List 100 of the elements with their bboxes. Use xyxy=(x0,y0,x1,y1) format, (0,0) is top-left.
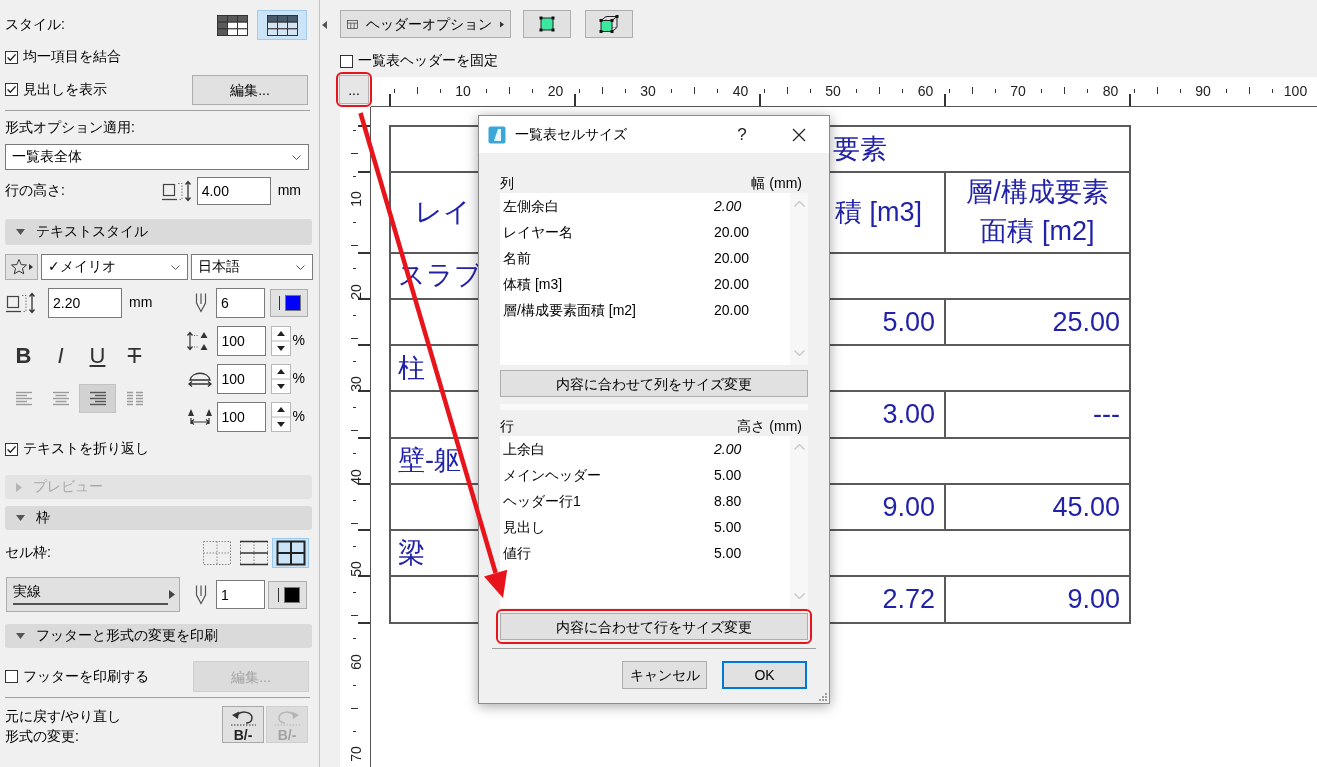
field-label: スタイル: xyxy=(5,16,65,34)
row-name: 上余白 xyxy=(503,441,546,459)
chevron-down-icon xyxy=(296,264,305,270)
unit-label: % xyxy=(292,332,305,350)
font-dropdown[interactable]: ✓メイリオ xyxy=(41,254,188,280)
undo-button[interactable]: B/- xyxy=(222,706,264,743)
unit-label: % xyxy=(292,370,305,388)
row-name: ヘッダー行1 xyxy=(503,493,582,511)
color-swatch-icon xyxy=(276,294,302,312)
toolbar-button[interactable] xyxy=(523,10,571,38)
table-style-icon xyxy=(216,14,248,36)
column-name: 体積 [m3] xyxy=(503,276,564,294)
fit-rows-button[interactable]: 内容に合わせて行をサイズ変更 xyxy=(500,613,808,640)
chevron-up-icon xyxy=(793,201,805,207)
align-right-icon xyxy=(89,391,106,406)
pen-color-button[interactable] xyxy=(268,580,307,609)
checkbox-label: 一覧表ヘッダーを固定 xyxy=(358,52,498,70)
row-height: 8.80 xyxy=(714,493,742,511)
column-width: 2.00 xyxy=(714,198,742,216)
checkbox-label: 見出しを表示 xyxy=(23,80,107,99)
ruler-options-button[interactable]: ... xyxy=(339,75,369,104)
checkbox[interactable] xyxy=(5,50,18,64)
row-name: 値行 xyxy=(503,545,532,563)
table-cell: --- xyxy=(946,392,1131,439)
table-cell: 25.00 xyxy=(946,299,1131,346)
caret-left-icon xyxy=(322,21,327,30)
field-label: セル枠: xyxy=(5,544,51,562)
checkbox[interactable] xyxy=(340,54,353,68)
dialog-button[interactable]: キャンセル xyxy=(622,661,707,689)
scrollbar[interactable] xyxy=(790,436,808,608)
checkbox-label: 均一項目を結合 xyxy=(23,48,121,66)
ruler-label: 30 xyxy=(640,83,656,99)
ruler-label: 60 xyxy=(917,83,934,99)
bold-button[interactable]: B xyxy=(5,340,42,372)
column-name: レイヤー名 xyxy=(503,224,574,242)
chevron-up-icon xyxy=(793,444,805,450)
section-header[interactable]: 枠 xyxy=(5,506,312,530)
checkbox[interactable] xyxy=(5,83,18,96)
section-header[interactable]: テキストスタイル xyxy=(5,219,312,245)
column-name: 左側余白 xyxy=(503,198,560,216)
toolbar-button[interactable] xyxy=(585,10,633,38)
underline-button[interactable]: U xyxy=(79,340,116,372)
text-size-icon xyxy=(5,291,38,315)
column-width: 20.00 xyxy=(714,302,750,320)
resize-grip-icon xyxy=(817,691,827,701)
border-style-button[interactable] xyxy=(272,538,309,568)
spin-button[interactable] xyxy=(270,364,291,394)
spin-button[interactable] xyxy=(270,326,291,356)
table-cell: 9.00 xyxy=(946,577,1131,624)
ruler-label: 70 xyxy=(1010,83,1026,99)
scale-field[interactable]: 100 xyxy=(216,364,266,394)
field-label: 行の高さ: xyxy=(5,182,65,200)
row-height-field[interactable]: 4.00 xyxy=(196,177,271,205)
text-size-field[interactable]: 2.20 xyxy=(48,288,122,318)
edit-button[interactable]: 編集... xyxy=(192,74,308,105)
checkbox[interactable] xyxy=(5,442,18,456)
italic-button[interactable]: I xyxy=(42,340,79,372)
align-button[interactable] xyxy=(79,384,116,413)
unit-label: % xyxy=(292,408,305,426)
scale-field[interactable]: 100 xyxy=(216,326,266,356)
caret-right-icon xyxy=(169,590,175,599)
solid-line-icon xyxy=(13,603,168,605)
header-options-button[interactable]: ヘッダーオプション xyxy=(340,10,511,38)
align-center-icon xyxy=(52,391,69,406)
scrollbar[interactable] xyxy=(790,193,808,365)
strikethrough-button[interactable]: T xyxy=(116,340,153,372)
scale-field[interactable]: 100 xyxy=(216,402,266,432)
dialog-button[interactable]: OK xyxy=(722,661,807,689)
fit-columns-button[interactable]: 内容に合わせて列をサイズ変更 xyxy=(500,370,808,397)
ruler-label: 50 xyxy=(825,83,841,99)
scope-dropdown[interactable]: 一覧表全体 xyxy=(5,144,309,170)
column-width: 20.00 xyxy=(714,276,750,294)
ruler-label: 60 xyxy=(348,653,364,670)
row-height: 5.00 xyxy=(714,467,742,485)
row-height: 5.00 xyxy=(714,545,742,563)
checkbox-label: フッターを印刷する xyxy=(23,667,149,686)
spin-button[interactable] xyxy=(270,402,291,432)
pen-number-field[interactable]: 6 xyxy=(216,288,265,318)
grid-icon xyxy=(275,540,306,566)
pen-color-button[interactable] xyxy=(270,289,308,317)
chevron-down-icon xyxy=(171,264,180,270)
partial-grid-icon xyxy=(238,540,269,566)
pen-number-field[interactable]: 1 xyxy=(216,580,265,609)
checkbox-label: テキストを折り返し xyxy=(23,440,149,458)
undo-label: 元に戻す/やり直し形式の変更: xyxy=(5,707,122,746)
column-width: 20.00 xyxy=(714,224,750,242)
column-name: 層/構成要素面積 [m2] xyxy=(503,302,637,320)
unit-label: mm xyxy=(277,182,301,200)
line-type-button[interactable]: 実線 xyxy=(6,577,180,612)
cube-icon xyxy=(598,14,620,34)
dotted-grid-icon xyxy=(201,540,232,566)
section-header[interactable]: フッターと形式の変更を印刷 xyxy=(5,624,312,648)
caret-right-icon xyxy=(499,19,504,29)
checkbox[interactable] xyxy=(5,670,18,683)
language-dropdown[interactable]: 日本語 xyxy=(191,254,313,280)
ruler-label: 40 xyxy=(732,83,749,99)
pen-icon xyxy=(195,583,207,606)
favorites-button[interactable] xyxy=(5,254,38,280)
table-icon xyxy=(347,17,358,31)
style-toggle-button[interactable] xyxy=(257,10,307,40)
